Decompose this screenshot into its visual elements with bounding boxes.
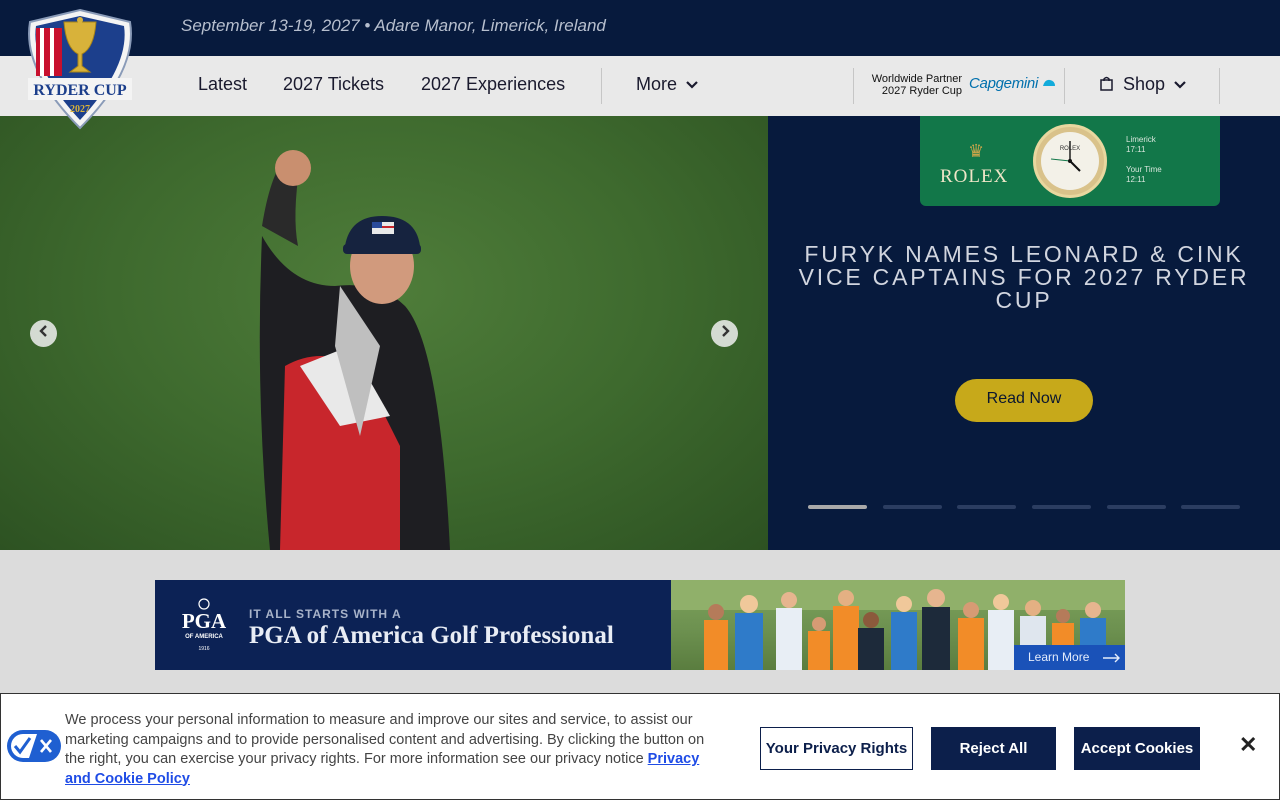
shop-label: Shop	[1123, 74, 1166, 94]
main-nav: Latest 2027 Tickets 2027 Experiences Mor…	[0, 56, 1280, 116]
capgemini-logo[interactable]: Capgemini	[969, 75, 1056, 92]
partner-line-2: 2027 Ryder Cup	[881, 85, 962, 97]
nav-2027-experiences[interactable]: 2027 Experiences	[421, 74, 565, 95]
rolex-clock-widget[interactable]: ♛ ROLEX ROLEX Limerick 17:11 Your Time 1…	[920, 116, 1220, 206]
nav-divider	[1219, 68, 1220, 104]
capgemini-wordmark: Capgemini	[969, 75, 1039, 92]
hero-headline[interactable]: FURYK NAMES LEONARD & CINK VICE CAPTAINS…	[798, 243, 1250, 312]
pga-logo-sub: OF AMERICA	[185, 634, 223, 640]
hero-panel: ♛ ROLEX ROLEX Limerick 17:11 Your Time 1…	[768, 116, 1280, 550]
nav-divider	[1064, 68, 1065, 104]
ad-title: PGA of America Golf Professional	[249, 622, 614, 649]
slide-indicator[interactable]	[883, 505, 942, 509]
chevron-down-icon	[1174, 81, 1186, 89]
hero-image[interactable]	[0, 116, 768, 550]
nav-more-label: More	[636, 74, 678, 94]
capgemini-spade-icon	[1042, 79, 1055, 87]
cookie-notice-body: We process your personal information to …	[65, 712, 705, 767]
your-time-label: Your Time	[1126, 165, 1162, 174]
chevron-down-icon	[686, 81, 698, 89]
slide-indicator[interactable]	[808, 505, 867, 509]
partner-label: Worldwide Partner 2027 Ryder Cup	[858, 73, 962, 97]
pga-logo-text: PGA	[182, 609, 227, 633]
golfer-photo	[259, 150, 450, 550]
cookie-notice-text: We process your personal information to …	[65, 711, 715, 789]
location-time: 17:11	[1126, 145, 1146, 154]
cookie-consent-banner: We process your personal information to …	[0, 693, 1280, 800]
accept-cookies-button[interactable]: Accept Cookies	[1074, 727, 1200, 770]
chevron-left-icon	[38, 325, 47, 337]
pga-logo: PGA OF AMERICA 1916	[173, 598, 235, 656]
clock-face: ROLEX	[1041, 132, 1099, 190]
rolex-clock-icon: ROLEX	[1033, 124, 1107, 198]
pga-ad-banner[interactable]: PGA OF AMERICA 1916 IT ALL STARTS WITH A…	[155, 580, 1125, 670]
pga-logo-year: 1916	[198, 646, 209, 652]
slide-indicator[interactable]	[957, 505, 1016, 509]
read-now-button[interactable]: Read Now	[955, 379, 1093, 422]
prev-slide-button[interactable]	[30, 320, 57, 347]
next-slide-button[interactable]	[711, 320, 738, 347]
rolex-wordmark: ROLEX	[940, 166, 1009, 187]
rolex-times: Limerick 17:11 Your Time 12:11	[1126, 135, 1162, 185]
chevron-right-icon	[721, 325, 730, 337]
privacy-rights-button[interactable]: Your Privacy Rights	[760, 727, 913, 770]
slide-indicators	[808, 505, 1240, 511]
event-info: September 13-19, 2027 • Adare Manor, Lim…	[181, 16, 606, 35]
learn-more-button[interactable]: Learn More	[1014, 645, 1125, 670]
your-time: 12:11	[1126, 175, 1146, 184]
ad-kicker: IT ALL STARTS WITH A	[249, 607, 402, 621]
reject-all-button[interactable]: Reject All	[931, 727, 1056, 770]
privacy-choices-icon	[7, 730, 61, 762]
logo-wordmark: RYDER CUP	[33, 82, 126, 99]
ryder-cup-logo[interactable]: RYDER CUP 2027	[20, 8, 140, 132]
nav-latest[interactable]: Latest	[198, 74, 247, 95]
slide-indicator[interactable]	[1107, 505, 1166, 509]
logo-year: 2027	[70, 104, 90, 115]
nav-more[interactable]: More	[636, 74, 698, 95]
slide-indicator[interactable]	[1032, 505, 1091, 509]
nav-divider	[853, 68, 854, 104]
close-icon[interactable]: ✕	[1239, 732, 1257, 758]
nav-shop[interactable]: Shop	[1100, 74, 1186, 95]
learn-more-label: Learn More	[1028, 650, 1090, 664]
rolex-crown-icon: ♛	[968, 141, 985, 161]
nav-2027-tickets[interactable]: 2027 Tickets	[283, 74, 384, 95]
shopping-bag-icon	[1100, 76, 1113, 91]
nav-divider	[601, 68, 602, 104]
arrow-right-icon	[1102, 653, 1120, 663]
slide-indicator[interactable]	[1181, 505, 1240, 509]
partner-line-1: Worldwide Partner	[871, 73, 962, 85]
location-label: Limerick	[1126, 135, 1156, 144]
event-info-bar: September 13-19, 2027 • Adare Manor, Lim…	[0, 0, 1280, 56]
